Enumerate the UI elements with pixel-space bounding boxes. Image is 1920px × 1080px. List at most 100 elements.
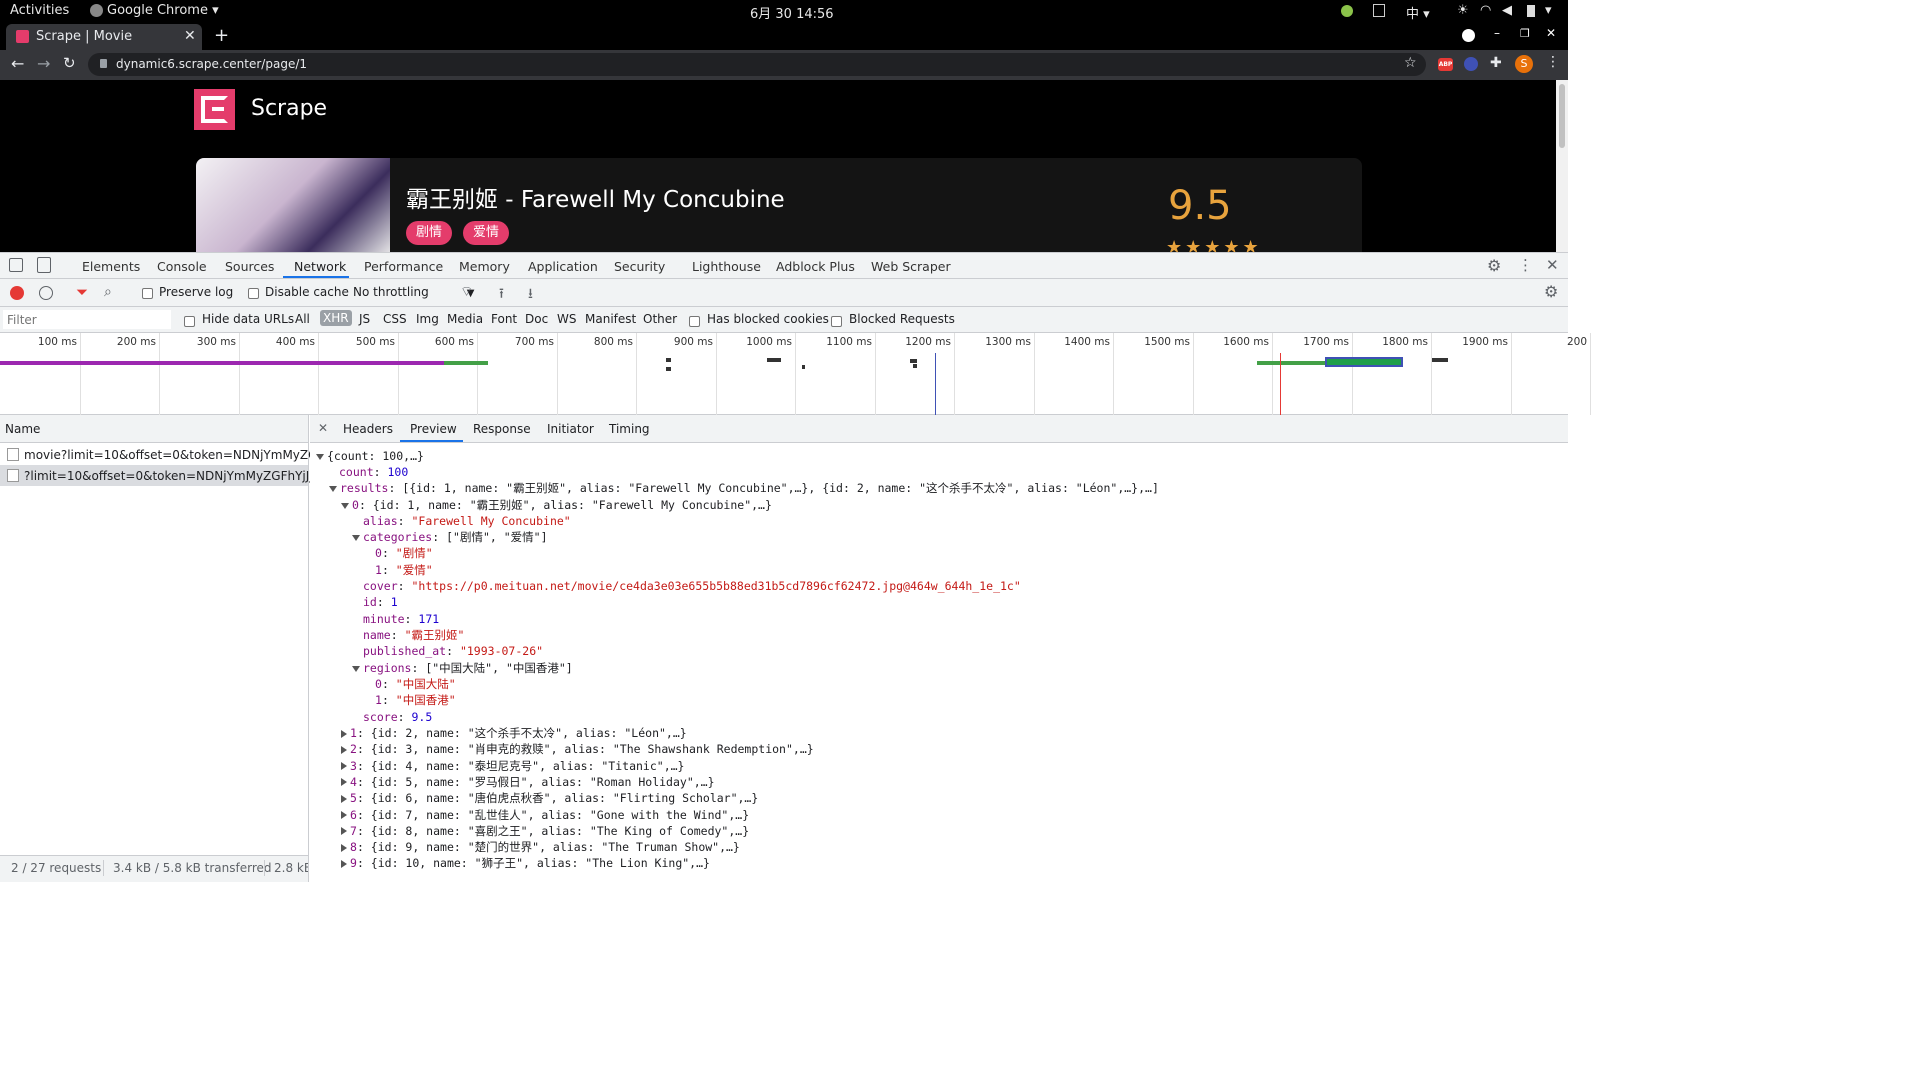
- profile-avatar[interactable]: S: [1515, 55, 1533, 73]
- import-har-icon[interactable]: ⭱: [499, 283, 504, 307]
- tree-node-results[interactable]: results: [{id: 1, name: "霸王别姬", alias: "…: [329, 480, 1159, 496]
- throttling-select[interactable]: No throttling ▼: [353, 285, 474, 299]
- type-filter-manifest[interactable]: Manifest: [585, 312, 636, 326]
- clear-icon[interactable]: [39, 286, 53, 300]
- dark-mode-extension-icon[interactable]: [1464, 57, 1478, 71]
- type-filter-img[interactable]: Img: [416, 312, 439, 326]
- reload-icon[interactable]: ↻: [63, 54, 76, 72]
- tab-elements[interactable]: Elements: [82, 259, 140, 274]
- chrome-menu-icon[interactable]: ⋮: [1546, 54, 1560, 70]
- type-filter-all[interactable]: All: [295, 312, 310, 326]
- tree-node-item[interactable]: 0: {id: 1, name: "霸王别姬", alias: "Farewel…: [341, 497, 772, 513]
- request-row-selected[interactable]: ?limit=10&offset=0&token=NDNjYmMyZGFhYjJ…: [0, 465, 324, 486]
- tree-node-item[interactable]: 7: {id: 8, name: "喜剧之王", alias: "The Kin…: [341, 823, 749, 839]
- network-overview-timeline[interactable]: 100 ms 200 ms 300 ms 400 ms 500 ms 600 ms 700 …: [0, 333, 1591, 415]
- minimize-icon[interactable]: –: [1494, 26, 1500, 40]
- tree-node-item[interactable]: 2: {id: 3, name: "肖申克的救赎", alias: "The S…: [341, 741, 814, 757]
- request-row[interactable]: movie?limit=10&offset=0&token=NDNjYmMyZG…: [0, 444, 334, 465]
- scrollbar-thumb[interactable]: [1559, 84, 1565, 148]
- maximize-icon[interactable]: ❐: [1520, 27, 1530, 40]
- tree-node-item[interactable]: 5: {id: 6, name: "唐伯虎点秋香", alias: "Flirt…: [341, 790, 758, 806]
- tab-response[interactable]: Response: [473, 422, 531, 436]
- tree-node-item[interactable]: 6: {id: 7, name: "乱世佳人", alias: "Gone wi…: [341, 807, 749, 823]
- bookmark-star-icon[interactable]: ☆: [1404, 55, 1417, 71]
- tab-network[interactable]: Network: [294, 259, 346, 274]
- page-scrollbar[interactable]: [1556, 80, 1568, 252]
- device-toolbar-icon[interactable]: [37, 257, 51, 273]
- tree-node-cover[interactable]: cover: "https://p0.meituan.net/movie/ce4…: [363, 578, 1021, 594]
- back-icon[interactable]: ←: [11, 54, 24, 73]
- type-filter-media[interactable]: Media: [447, 312, 483, 326]
- system-menu-chevron-icon[interactable]: ▾: [1545, 3, 1552, 18]
- input-method[interactable]: 中 ▾: [1406, 3, 1430, 22]
- close-window-icon[interactable]: ✕: [1546, 26, 1556, 40]
- tree-node-item[interactable]: 1: {id: 2, name: "这个杀手不太冷", alias: "Léon…: [341, 725, 687, 741]
- blocked-requests-checkbox[interactable]: [831, 314, 842, 328]
- tab-adblock-plus[interactable]: Adblock Plus: [776, 259, 855, 274]
- tab-security[interactable]: Security: [614, 259, 665, 274]
- type-filter-css[interactable]: CSS: [383, 312, 407, 326]
- inspect-element-icon[interactable]: [9, 258, 23, 272]
- filter-funnel-icon[interactable]: ⏷: [76, 283, 88, 301]
- tab-application[interactable]: Application: [528, 259, 598, 274]
- movie-title[interactable]: 霸王别姬 - Farewell My Concubine: [406, 180, 785, 214]
- record-icon[interactable]: [10, 286, 24, 300]
- settings-gear-icon[interactable]: ⚙: [1487, 256, 1501, 275]
- tab-initiator[interactable]: Initiator: [547, 422, 594, 436]
- battery-icon[interactable]: [1527, 5, 1535, 17]
- name-column-header[interactable]: Name: [5, 422, 40, 436]
- adblock-plus-extension-icon[interactable]: ABP: [1438, 58, 1453, 71]
- tab-timing[interactable]: Timing: [609, 422, 650, 436]
- tree-node-categories[interactable]: categories: ["剧情", "爱情"]: [352, 529, 548, 545]
- network-settings-gear-icon[interactable]: ⚙: [1544, 282, 1558, 301]
- update-icon[interactable]: [1341, 5, 1353, 17]
- filter-input[interactable]: [3, 310, 171, 329]
- tree-node-item[interactable]: 9: {id: 10, name: "狮子王", alias: "The Lio…: [341, 855, 710, 871]
- new-tab-button[interactable]: +: [214, 25, 229, 46]
- tree-node-item[interactable]: 8: {id: 9, name: "楚门的世界", alias: "The Tr…: [341, 839, 740, 855]
- tab-lighthouse[interactable]: Lighthouse: [692, 259, 761, 274]
- type-filter-doc[interactable]: Doc: [525, 312, 548, 326]
- request-list-header[interactable]: Name: [0, 415, 308, 443]
- type-filter-ws[interactable]: WS: [557, 312, 576, 326]
- activities-button[interactable]: Activities: [10, 3, 69, 18]
- address-bar[interactable]: dynamic6.scrape.center/page/1 ☆: [88, 53, 1426, 76]
- preserve-log-checkbox[interactable]: [142, 286, 153, 300]
- search-icon[interactable]: ⌕: [104, 284, 112, 300]
- type-filter-js[interactable]: JS: [359, 312, 370, 326]
- disable-cache-checkbox[interactable]: [248, 286, 259, 300]
- forward-icon[interactable]: →: [37, 54, 50, 73]
- tree-root[interactable]: {count: 100,…}: [316, 448, 424, 464]
- hide-data-urls-checkbox[interactable]: [184, 314, 195, 328]
- site-brand[interactable]: Scrape: [251, 96, 327, 121]
- wifi-icon[interactable]: ◠: [1480, 3, 1491, 18]
- type-filter-font[interactable]: Font: [491, 312, 517, 326]
- tab-headers[interactable]: Headers: [343, 422, 393, 436]
- blocked-cookies-checkbox[interactable]: [689, 314, 700, 328]
- clock[interactable]: 6月 30 14:56: [750, 3, 834, 22]
- export-har-icon[interactable]: ⭳: [528, 283, 533, 307]
- tree-node-item[interactable]: 3: {id: 4, name: "泰坦尼克号", alias: "Titani…: [341, 758, 684, 774]
- close-devtools-icon[interactable]: ✕: [1546, 256, 1559, 274]
- tree-node-regions[interactable]: regions: ["中国大陆", "中国香港"]: [352, 660, 573, 676]
- brightness-icon[interactable]: ☀: [1457, 3, 1469, 18]
- extensions-puzzle-icon[interactable]: ✚: [1490, 55, 1502, 71]
- tree-node-item[interactable]: 4: {id: 5, name: "罗马假日", alias: "Roman H…: [341, 774, 715, 790]
- tab-preview[interactable]: Preview: [410, 422, 457, 436]
- movie-cover-image[interactable]: [196, 158, 390, 252]
- close-detail-icon[interactable]: ✕: [318, 421, 328, 435]
- volume-icon[interactable]: ◀: [1502, 3, 1512, 18]
- tab-memory[interactable]: Memory: [459, 259, 510, 274]
- tab-search-icon[interactable]: [1462, 29, 1475, 42]
- close-tab-icon[interactable]: ✕: [184, 28, 196, 44]
- type-filter-xhr[interactable]: XHR: [320, 310, 352, 326]
- tab-sources[interactable]: Sources: [225, 259, 274, 274]
- tab-web-scraper[interactable]: Web Scraper: [871, 259, 951, 274]
- network-conditions-icon[interactable]: ⌔: [460, 283, 473, 301]
- screenshot-icon[interactable]: [1373, 4, 1385, 17]
- tab-console[interactable]: Console: [157, 259, 207, 274]
- more-options-icon[interactable]: ⋮: [1518, 256, 1533, 274]
- browser-tab[interactable]: Scrape | Movie ✕: [6, 24, 202, 50]
- scrape-logo-icon[interactable]: [194, 89, 235, 130]
- app-menu[interactable]: Google Chrome ▾: [107, 3, 219, 18]
